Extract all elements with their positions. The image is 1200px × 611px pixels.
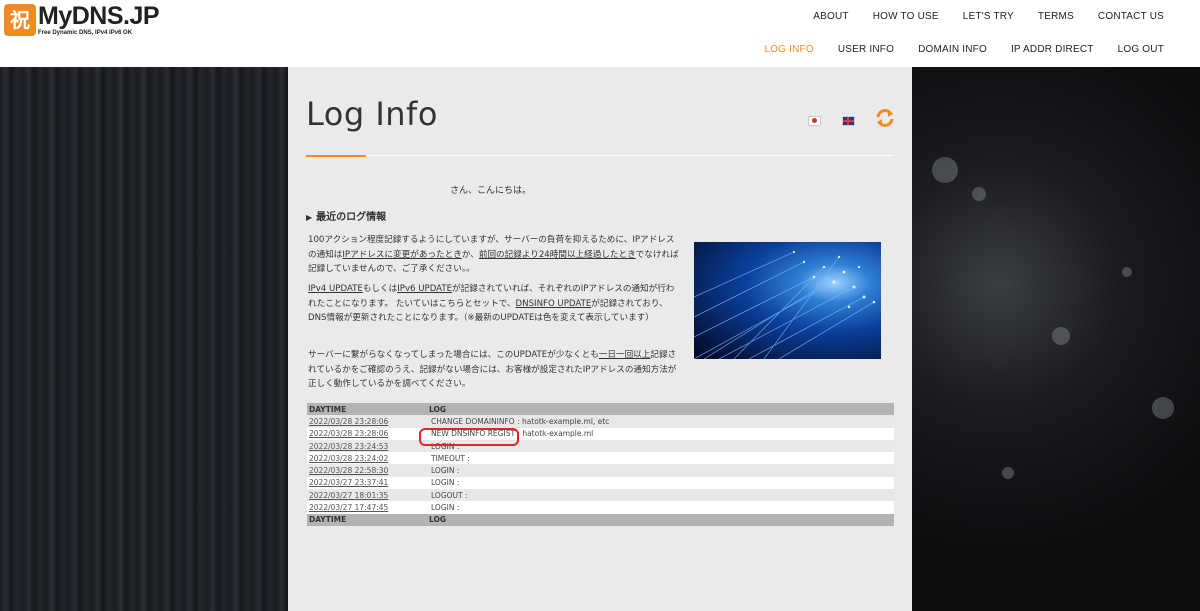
fiber-optic-image (694, 242, 881, 359)
paragraph-2: IPv4 UPDATEもしくはIPv6 UPDATEが記録されていれば、それぞれ… (308, 282, 680, 326)
table-row: 2022/03/28 23:24:02 TIMEOUT : (307, 452, 894, 465)
bokeh-dot (1002, 467, 1014, 479)
log-entry: LOGIN : (427, 501, 894, 514)
nav-user-info[interactable]: USER INFO (826, 44, 906, 55)
log-entry: LOGOUT : (427, 489, 894, 502)
log-daytime-link[interactable]: 2022/03/28 23:24:53 (309, 442, 388, 451)
japanese-flag-icon[interactable] (808, 116, 821, 126)
nav-domain-info[interactable]: DOMAIN INFO (906, 44, 999, 55)
logo-tagline: Free Dynamic DNS, IPv4 IPv6 OK (38, 30, 133, 36)
header-log: LOG (427, 403, 894, 416)
log-daytime-link[interactable]: 2022/03/28 23:28:06 (309, 417, 388, 426)
log-daytime-link[interactable]: 2022/03/27 23:37:41 (309, 478, 388, 487)
table-row: 2022/03/27 17:47:45 LOGIN : (307, 501, 894, 514)
bokeh-dot (1122, 267, 1132, 277)
log-daytime-link[interactable]: 2022/03/28 23:28:06 (309, 429, 388, 438)
nav-about[interactable]: ABOUT (801, 11, 860, 22)
nav-ip-addr-direct[interactable]: IP ADDR DIRECT (999, 44, 1106, 55)
table-row: 2022/03/28 23:28:06 CHANGE DOMAININFO : … (307, 415, 894, 428)
ipv6-update-term: IPv6 UPDATE (397, 284, 453, 294)
log-daytime-link[interactable]: 2022/03/27 17:47:45 (309, 503, 388, 512)
section-heading: ▶ 最近のログ情報 (306, 208, 386, 223)
log-daytime: 2022/03/27 17:47:45 (307, 501, 427, 514)
nav-terms[interactable]: TERMS (1026, 11, 1086, 22)
bokeh-dot (1152, 397, 1174, 419)
paragraph-3: サーバーに繋がらなくなってしまった場合には、このUPDATEが少なくとも一日一回… (308, 348, 680, 392)
log-daytime-link[interactable]: 2022/03/28 22:58:30 (309, 466, 388, 475)
para1-underline-2: 前回の記録より24時間以上経過したとき (478, 249, 636, 260)
title-divider (306, 155, 894, 156)
secondary-nav: LOG INFO USER INFO DOMAIN INFO IP ADDR D… (752, 44, 1176, 55)
log-daytime: 2022/03/27 23:37:41 (307, 476, 427, 490)
background-left-panel (0, 67, 288, 611)
para1-underline: IPアドレスに変更があったとき (342, 249, 462, 260)
log-daytime: 2022/03/27 18:01:35 (307, 489, 427, 502)
table-row: 2022/03/28 23:24:53 LOGIN : (307, 439, 894, 453)
log-daytime: 2022/03/28 23:24:53 (307, 439, 427, 453)
logo-text: MyDNS.JP (38, 2, 160, 30)
log-daytime-link[interactable]: 2022/03/28 23:24:02 (309, 454, 388, 463)
nav-lets-try[interactable]: LET'S TRY (951, 11, 1026, 22)
table-row: 2022/03/28 23:28:06 NEW DNSINFO REGIST :… (307, 427, 894, 440)
log-daytime-link[interactable]: 2022/03/27 18:01:35 (309, 491, 388, 500)
log-daytime: 2022/03/28 23:24:02 (307, 452, 427, 465)
nav-log-info[interactable]: LOG INFO (752, 44, 825, 55)
log-entry: LOGIN : (427, 464, 894, 477)
ipv4-update-term: IPv4 UPDATE (308, 284, 363, 294)
triangle-bullet-icon: ▶ (306, 213, 313, 222)
table-row: 2022/03/27 23:37:41 LOGIN : (307, 476, 894, 490)
para2-text: もしくは (362, 284, 398, 294)
greeting-text: さん、こんにちは。 (450, 186, 532, 196)
logo-mark-icon: 祝 (4, 4, 36, 36)
main-content: Log Info さん、こんにちは。 ▶ 最近のログ情報 100アクション程度記録… (288, 67, 912, 611)
english-flag-icon[interactable] (842, 116, 855, 126)
para3-underline: 一日一回以上 (598, 350, 651, 360)
header-daytime: DAYTIME (307, 403, 427, 416)
log-entry: LOGIN : (427, 476, 894, 490)
para1-text-2: か、 (461, 249, 479, 260)
nav-log-out[interactable]: LOG OUT (1106, 44, 1176, 55)
paragraph-1: 100アクション程度記録するようにしていますが、サーバーの負荷を抑えるために、I… (308, 233, 680, 277)
highlight-annotation-ring (419, 428, 519, 446)
site-logo[interactable]: 祝 MyDNS.JP Free Dynamic DNS, IPv4 IPv6 O… (4, 2, 160, 42)
table-row: 2022/03/28 22:58:30 LOGIN : (307, 464, 894, 477)
log-table-footer: DAYTIME LOG (307, 513, 894, 526)
table-row: 2022/03/27 18:01:35 LOGOUT : (307, 489, 894, 502)
log-daytime: 2022/03/28 23:28:06 (307, 415, 427, 428)
refresh-icon[interactable] (874, 107, 896, 129)
log-daytime: 2022/03/28 23:28:06 (307, 427, 427, 440)
site-header: 祝 MyDNS.JP Free Dynamic DNS, IPv4 IPv6 O… (0, 0, 1200, 67)
footer-log: LOG (427, 513, 894, 526)
log-table-header: DAYTIME LOG (307, 403, 894, 416)
primary-nav: ABOUT HOW TO USE LET'S TRY TERMS CONTACT… (801, 11, 1176, 22)
log-table: DAYTIME LOG 2022/03/28 23:28:06 CHANGE D… (307, 403, 894, 526)
bokeh-dot (932, 157, 958, 183)
nav-how-to-use[interactable]: HOW TO USE (861, 11, 951, 22)
log-entry: TIMEOUT : (427, 452, 894, 465)
log-entry: CHANGE DOMAININFO : hatotk-example.ml, e… (427, 415, 894, 428)
dnsinfo-update-term: DNSINFO UPDATE (515, 298, 592, 309)
background-right-panel (912, 67, 1200, 611)
footer-daytime: DAYTIME (307, 513, 427, 526)
bokeh-dot (972, 187, 986, 201)
para3-text: サーバーに繋がらなくなってしまった場合には、このUPDATEが少なくとも (308, 350, 599, 360)
log-daytime: 2022/03/28 22:58:30 (307, 464, 427, 477)
bokeh-dot (1052, 327, 1070, 345)
section-title: 最近のログ情報 (316, 212, 387, 223)
nav-contact-us[interactable]: CONTACT US (1086, 11, 1176, 22)
page-title: Log Info (306, 95, 438, 133)
title-accent-bar (306, 155, 366, 157)
